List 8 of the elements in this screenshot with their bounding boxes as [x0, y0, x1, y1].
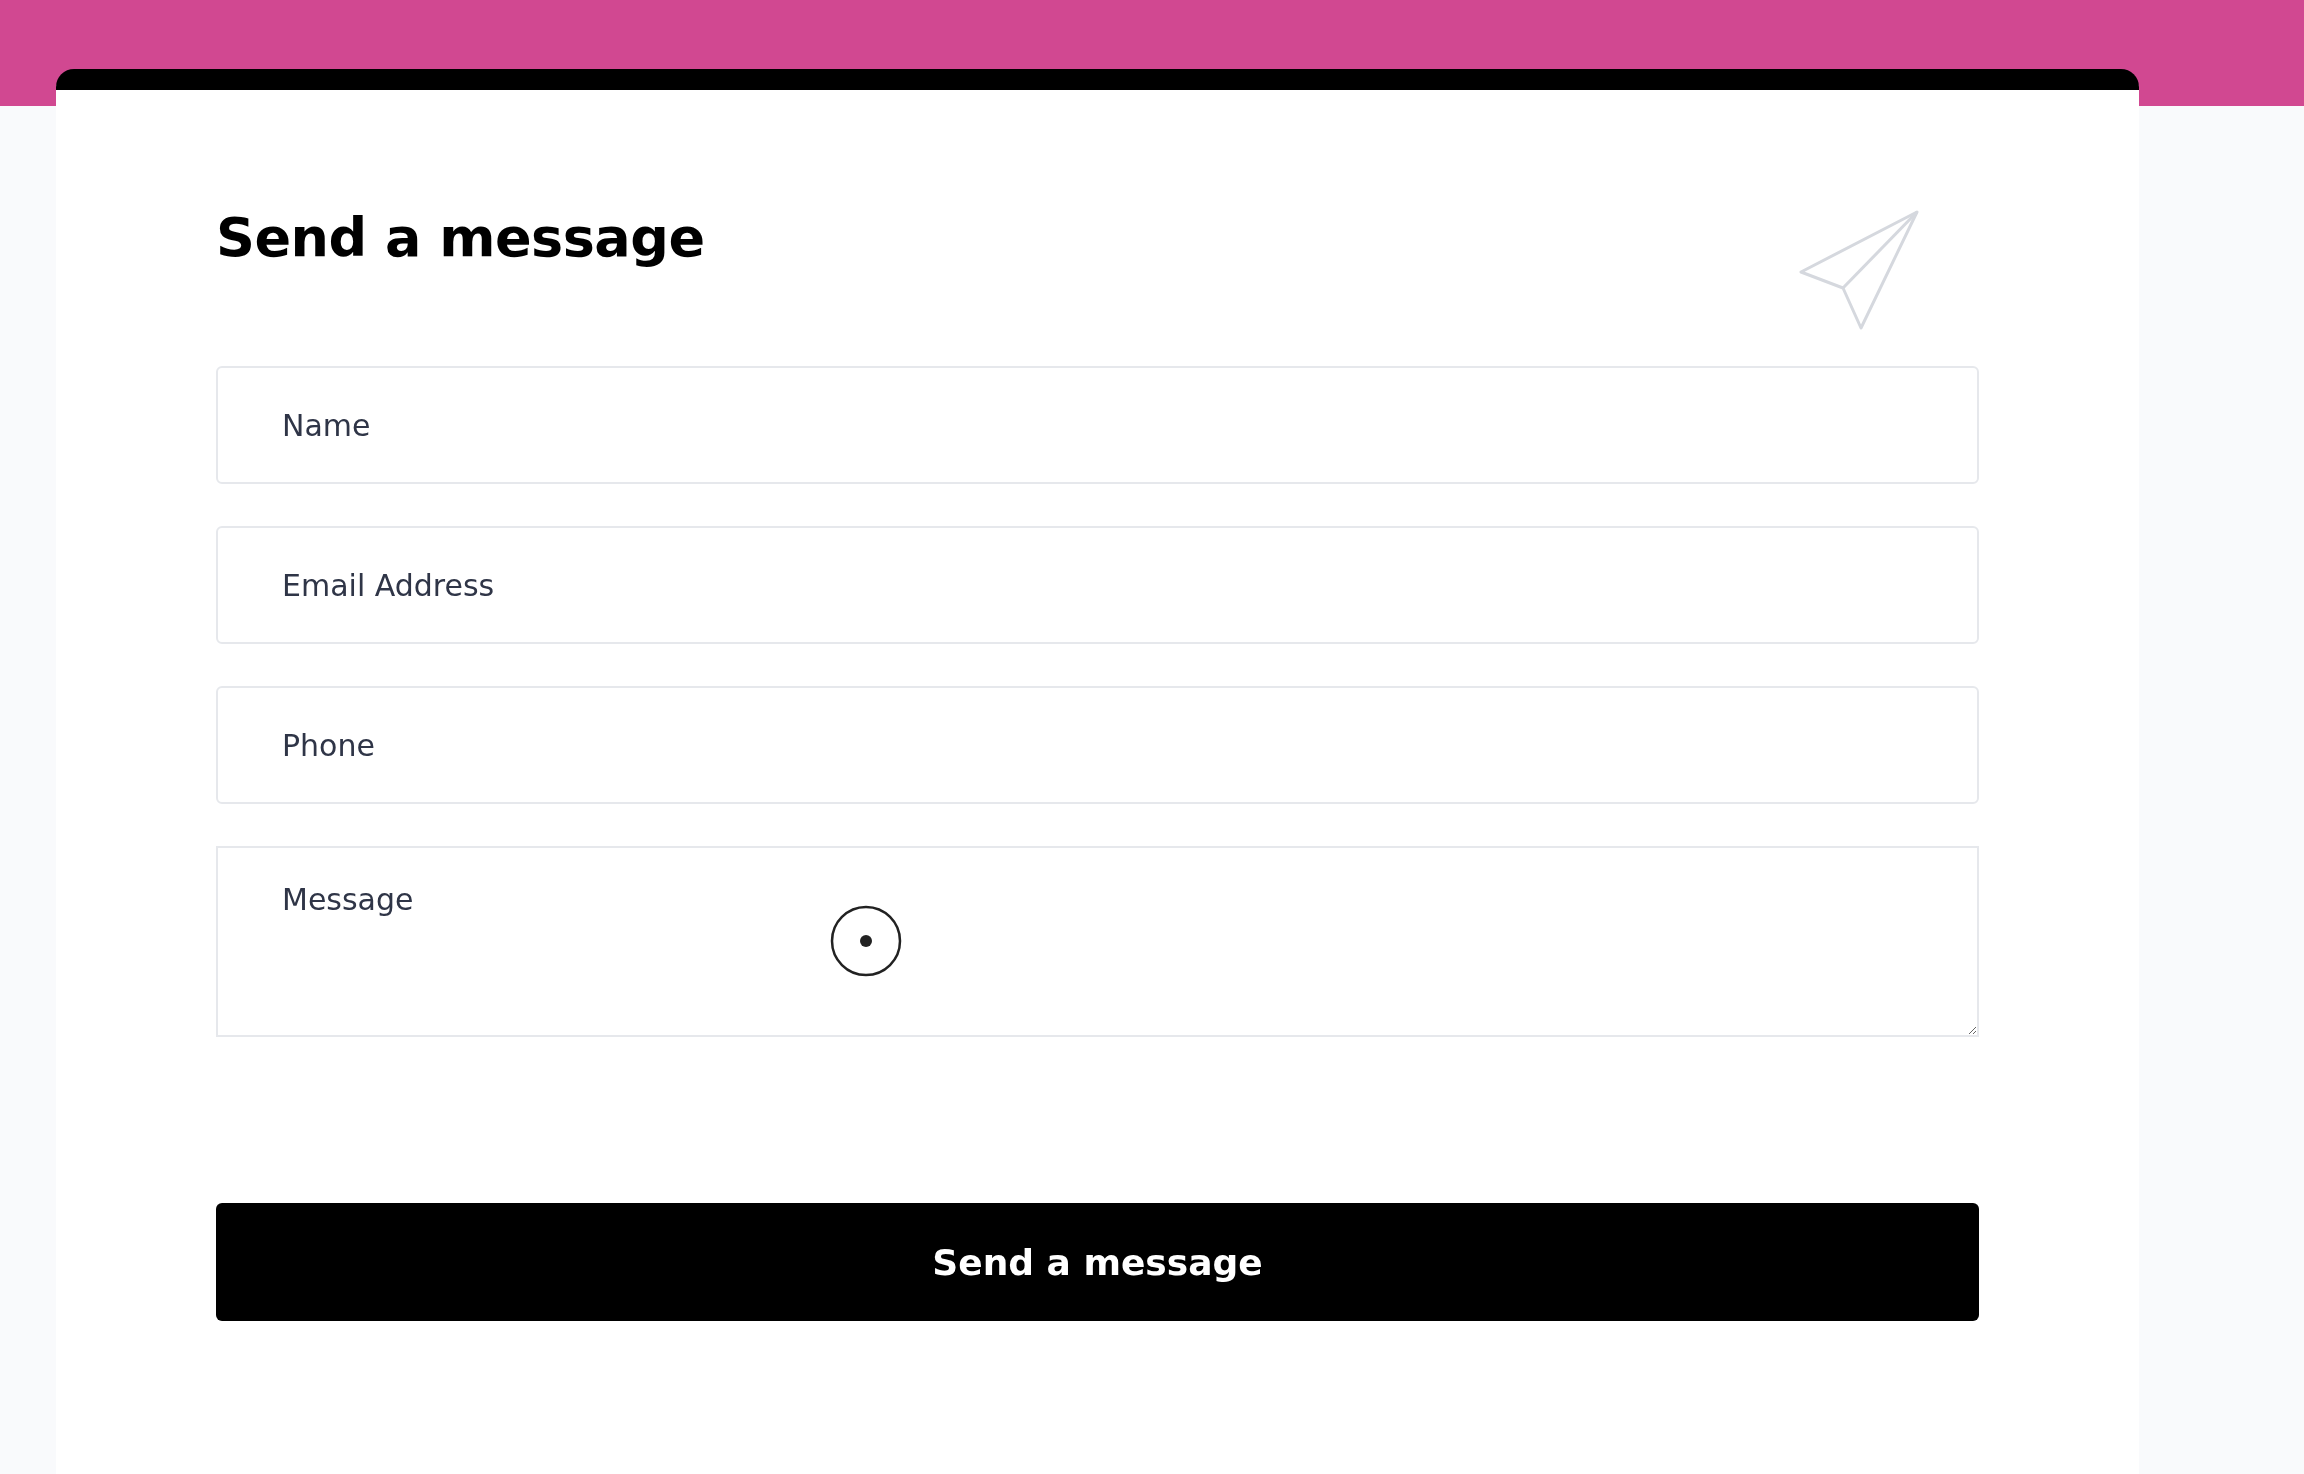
message-field[interactable]: Message — [216, 846, 1979, 1037]
input-field[interactable]: Email Address — [216, 526, 1979, 644]
paper-plane-icon — [1799, 210, 1919, 330]
input-field[interactable]: Name — [216, 366, 1979, 484]
cursor-icon — [830, 905, 902, 977]
input-field[interactable]: Phone — [216, 686, 1979, 804]
send-button[interactable]: Send a message — [216, 1203, 1979, 1321]
form-title: Send a message — [216, 208, 705, 268]
